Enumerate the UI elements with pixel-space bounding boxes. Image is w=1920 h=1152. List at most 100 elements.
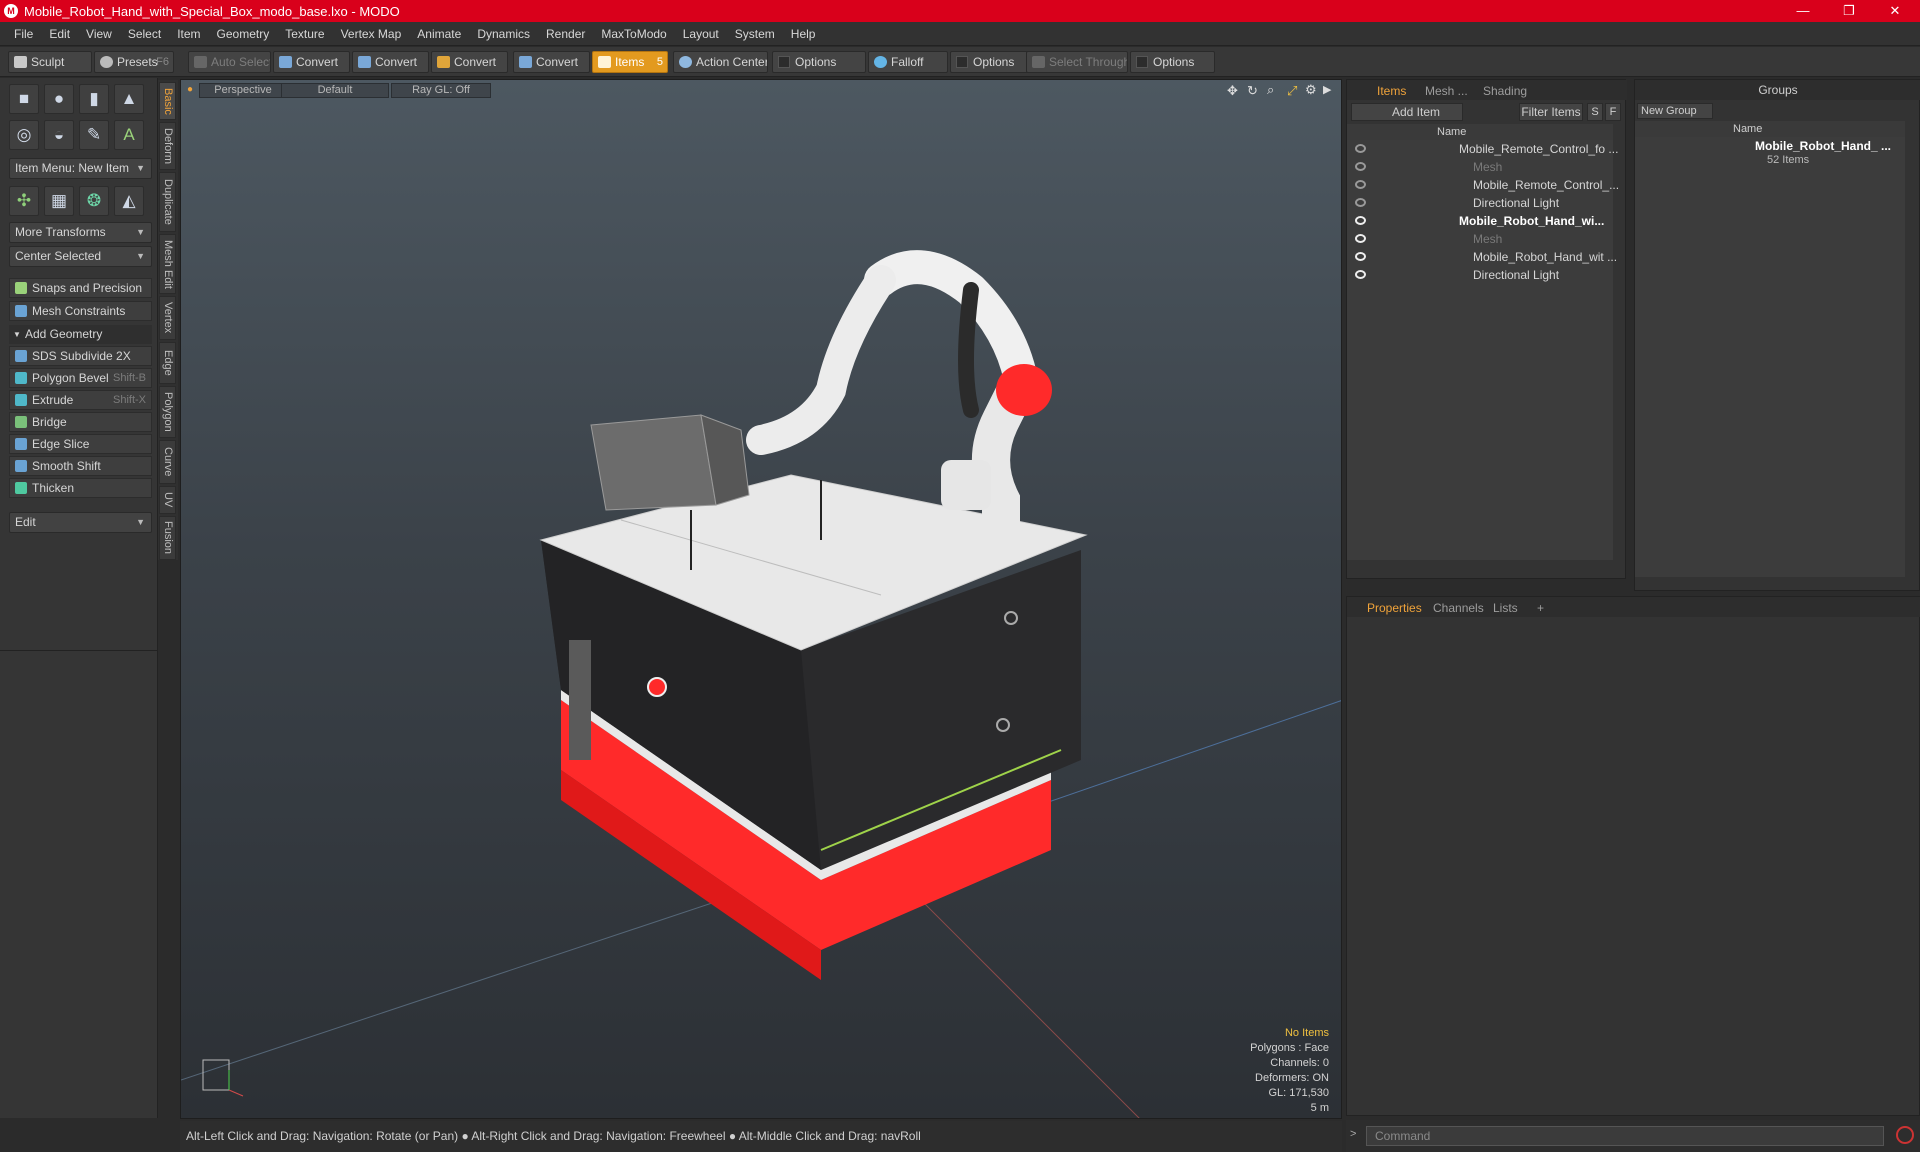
eye-icon[interactable] xyxy=(1355,234,1366,243)
maximize-button[interactable]: ❐ xyxy=(1826,0,1872,22)
menu-texture[interactable]: Texture xyxy=(277,22,332,46)
tab-duplicate[interactable]: Duplicate xyxy=(159,172,176,232)
transform-icon[interactable]: ✣ xyxy=(9,186,39,216)
auto-select-button[interactable]: Auto Select xyxy=(188,51,271,73)
convert-button-1[interactable]: Convert xyxy=(273,51,350,73)
menu-geometry[interactable]: Geometry xyxy=(209,22,278,46)
command-input[interactable]: Command xyxy=(1366,1126,1884,1146)
list-item[interactable]: Mesh xyxy=(1347,158,1613,176)
snaps-precision-button[interactable]: Snaps and Precision xyxy=(9,278,152,298)
tab-uv[interactable]: UV xyxy=(159,486,176,514)
center-selected-dropdown[interactable]: Center Selected ▼ xyxy=(9,246,152,267)
smooth-shift-button[interactable]: Smooth Shift xyxy=(9,456,152,476)
group-name[interactable]: Mobile_Robot_Hand_ ... xyxy=(1755,139,1891,153)
eye-icon[interactable] xyxy=(1355,270,1366,279)
extrude-button[interactable]: Extrude Shift-X xyxy=(9,390,152,410)
edge-slice-button[interactable]: Edge Slice xyxy=(9,434,152,454)
more-transforms-dropdown[interactable]: More Transforms ▼ xyxy=(9,222,152,243)
convert-button-4[interactable]: Convert xyxy=(513,51,590,73)
tab-channels[interactable]: Channels xyxy=(1433,600,1484,616)
options-checkbox[interactable] xyxy=(956,56,968,68)
f-button[interactable]: F xyxy=(1605,103,1621,121)
menu-system[interactable]: System xyxy=(727,22,783,46)
menu-file[interactable]: File xyxy=(6,22,41,46)
presets-button[interactable]: Presets F6 xyxy=(94,51,174,73)
cone-icon[interactable]: ▲ xyxy=(114,84,144,114)
new-group-button[interactable]: New Group xyxy=(1637,103,1713,119)
options-checkbox[interactable] xyxy=(1136,56,1148,68)
close-button[interactable]: ✕ xyxy=(1872,0,1918,22)
falloff-options-button[interactable]: Options xyxy=(950,51,1030,73)
select-through-button[interactable]: Select Through xyxy=(1026,51,1128,73)
eye-icon[interactable] xyxy=(1355,216,1366,225)
list-item[interactable]: Mesh xyxy=(1347,230,1613,248)
add-item-button[interactable]: Add Item xyxy=(1351,103,1463,121)
sculpt-button[interactable]: Sculpt xyxy=(8,51,92,73)
action-center-options-button[interactable]: Options xyxy=(772,51,866,73)
grid-icon[interactable]: ▦ xyxy=(44,186,74,216)
tab-shading[interactable]: Shading xyxy=(1483,83,1527,99)
list-item[interactable]: Mobile_Remote_Control_... xyxy=(1347,176,1619,194)
text-icon[interactable]: A xyxy=(114,120,144,150)
pen-icon[interactable]: ✎ xyxy=(79,120,109,150)
tab-mesh-edit[interactable]: Mesh Edit xyxy=(159,234,176,294)
item-menu-dropdown[interactable]: Item Menu: New Item ▼ xyxy=(9,158,152,179)
edit-dropdown[interactable]: Edit ▼ xyxy=(9,512,152,533)
menu-item[interactable]: Item xyxy=(169,22,208,46)
menu-vertex-map[interactable]: Vertex Map xyxy=(333,22,410,46)
tab-curve[interactable]: Curve xyxy=(159,440,176,484)
sphere-icon[interactable]: ● xyxy=(44,84,74,114)
thicken-button[interactable]: Thicken xyxy=(9,478,152,498)
polygon-bevel-button[interactable]: Polygon Bevel Shift-B xyxy=(9,368,152,388)
menu-help[interactable]: Help xyxy=(783,22,824,46)
cylinder-icon[interactable]: ▮ xyxy=(79,84,109,114)
options-checkbox[interactable] xyxy=(778,56,790,68)
action-center-button[interactable]: Action Center xyxy=(673,51,768,73)
mesh-constraints-button[interactable]: Mesh Constraints xyxy=(9,301,152,321)
tab-basic[interactable]: Basic xyxy=(159,82,176,120)
rotate-sphere-icon[interactable]: ❂ xyxy=(79,186,109,216)
tab-mesh[interactable]: Mesh ... xyxy=(1425,83,1468,99)
menu-maxtomodo[interactable]: MaxToModo xyxy=(593,22,674,46)
scale-icon[interactable]: ◭ xyxy=(114,186,144,216)
list-item[interactable]: Mobile_Robot_Hand_wit ... xyxy=(1347,248,1617,266)
tab-lists[interactable]: Lists xyxy=(1493,600,1518,616)
convert-button-2[interactable]: Convert xyxy=(352,51,429,73)
tab-vertex[interactable]: Vertex xyxy=(159,296,176,340)
eye-icon[interactable] xyxy=(1355,252,1366,261)
tab-items[interactable]: Items xyxy=(1377,83,1406,99)
list-item[interactable]: Mobile_Robot_Hand_wi... xyxy=(1347,212,1613,230)
tab-properties[interactable]: Properties xyxy=(1367,600,1422,616)
tab-edge[interactable]: Edge xyxy=(159,342,176,384)
menu-layout[interactable]: Layout xyxy=(675,22,727,46)
tab-fusion[interactable]: Fusion xyxy=(159,516,176,560)
select-options-button[interactable]: Options xyxy=(1130,51,1215,73)
record-icon[interactable] xyxy=(1896,1126,1914,1144)
eye-icon[interactable] xyxy=(1355,198,1366,207)
s-button[interactable]: S xyxy=(1587,103,1603,121)
eye-icon[interactable] xyxy=(1355,162,1366,171)
minimize-button[interactable]: — xyxy=(1780,0,1826,22)
eye-icon[interactable] xyxy=(1355,180,1366,189)
menu-edit[interactable]: Edit xyxy=(41,22,78,46)
menu-dynamics[interactable]: Dynamics xyxy=(469,22,538,46)
tab-deform[interactable]: Deform xyxy=(159,122,176,170)
torus-icon[interactable]: ◎ xyxy=(9,120,39,150)
menu-view[interactable]: View xyxy=(78,22,120,46)
cube-icon[interactable]: ■ xyxy=(9,84,39,114)
menu-render[interactable]: Render xyxy=(538,22,593,46)
menu-select[interactable]: Select xyxy=(120,22,169,46)
convert-button-3[interactable]: Convert xyxy=(431,51,508,73)
list-item[interactable]: Directional Light xyxy=(1347,194,1613,212)
list-item[interactable]: Mobile_Remote_Control_fo ... xyxy=(1347,140,1618,158)
eye-icon[interactable] xyxy=(1355,144,1366,153)
add-geometry-section[interactable]: ▼ Add Geometry xyxy=(9,325,152,344)
items-mode-button[interactable]: Items 5 xyxy=(592,51,668,73)
tab-polygon[interactable]: Polygon xyxy=(159,386,176,438)
list-item[interactable]: Directional Light xyxy=(1347,266,1613,284)
capsule-icon[interactable]: ◒ xyxy=(44,120,74,150)
filter-items-button[interactable]: Filter Items xyxy=(1519,103,1583,121)
bridge-button[interactable]: Bridge xyxy=(9,412,152,432)
menu-animate[interactable]: Animate xyxy=(409,22,469,46)
sds-subdivide-button[interactable]: SDS Subdivide 2X xyxy=(9,346,152,366)
